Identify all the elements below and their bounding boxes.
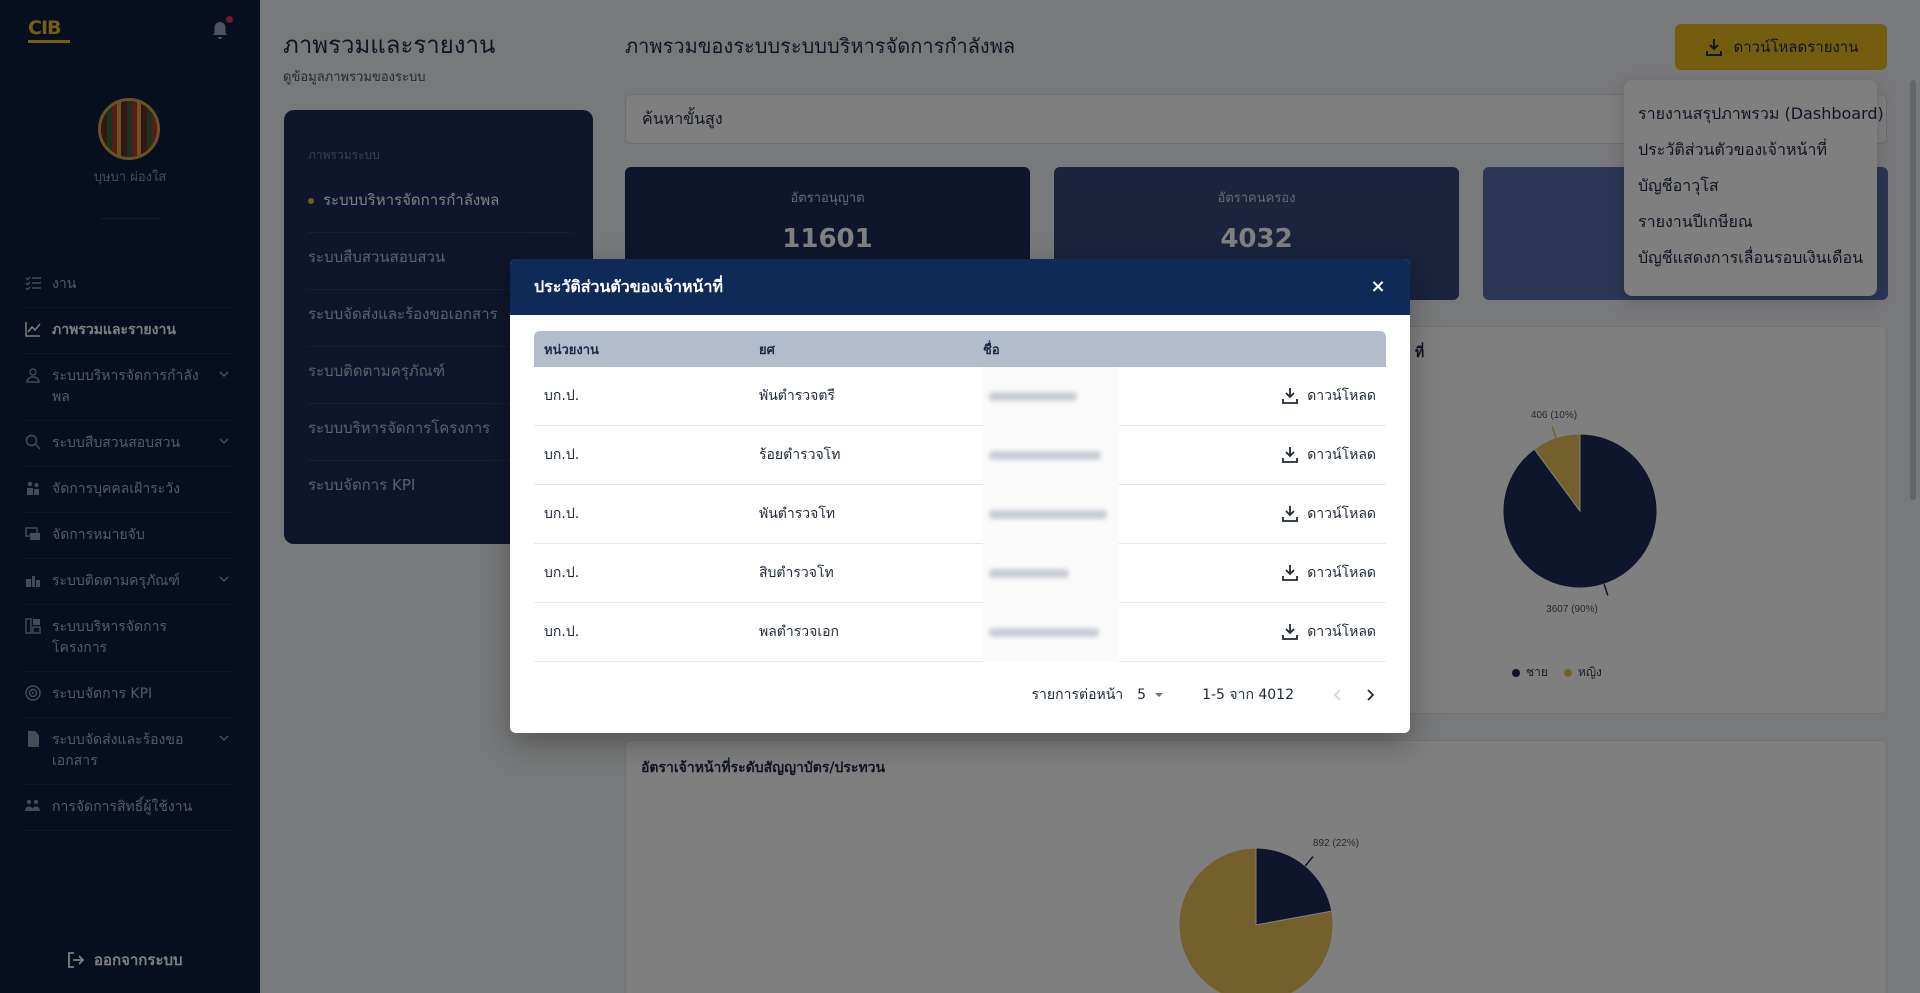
- next-page-button[interactable]: [1354, 679, 1386, 711]
- row-download-button[interactable]: ดาวน์โหลด: [1281, 621, 1376, 643]
- personal-history-modal: ประวัติส่วนตัวของเจ้าหน้าที่ × หน่วยงาน …: [510, 259, 1410, 733]
- row-download-button[interactable]: ดาวน์โหลด: [1281, 503, 1376, 525]
- rows-per-page-label: รายการต่อหน้า: [1031, 687, 1124, 703]
- download-icon: [1282, 447, 1299, 463]
- redacted-name: [983, 484, 1123, 544]
- table-row: บก.ป. พันตำรวจโท ดาวน์โหลด: [534, 484, 1386, 544]
- row-download-button[interactable]: ดาวน์โหลด: [1281, 444, 1376, 466]
- redacted-name: [983, 602, 1123, 662]
- download-icon: [1282, 506, 1299, 522]
- table-header: หน่วยงาน ยศ ชื่อ: [534, 331, 1386, 367]
- officer-table: หน่วยงาน ยศ ชื่อ บก.ป. พันตำรวจตรี ดาวน์…: [534, 331, 1386, 662]
- download-icon: [1282, 624, 1299, 640]
- chevron-right-icon: [1367, 689, 1375, 701]
- pagination-range: 1-5 จาก 4012: [1202, 687, 1294, 703]
- row-download-button[interactable]: ดาวน์โหลด: [1281, 562, 1376, 584]
- table-pagination: รายการต่อหน้า 5 1-5 จาก 4012: [534, 673, 1386, 717]
- modal-title: ประวัติส่วนตัวของเจ้าหน้าที่: [534, 276, 723, 296]
- table-row: บก.ป. พลตำรวจเอก ดาวน์โหลด: [534, 602, 1386, 662]
- redacted-name: [983, 425, 1123, 485]
- download-icon: [1282, 388, 1299, 404]
- row-download-button[interactable]: ดาวน์โหลด: [1281, 385, 1376, 407]
- caret-down-icon: [1155, 693, 1164, 697]
- redacted-name: [983, 543, 1123, 603]
- table-row: บก.ป. พันตำรวจตรี ดาวน์โหลด: [534, 366, 1386, 426]
- modal-header: ประวัติส่วนตัวของเจ้าหน้าที่ ×: [510, 259, 1410, 315]
- chevron-left-icon: [1333, 689, 1341, 701]
- redacted-name: [983, 366, 1123, 426]
- close-icon[interactable]: ×: [1368, 277, 1388, 297]
- column-header-rank[interactable]: ยศ: [759, 339, 983, 360]
- table-row: บก.ป. ร้อยตำรวจโท ดาวน์โหลด: [534, 425, 1386, 485]
- previous-page-button[interactable]: [1322, 679, 1354, 711]
- column-header-unit[interactable]: หน่วยงาน: [534, 339, 759, 360]
- rows-per-page-select[interactable]: 5: [1137, 687, 1166, 703]
- download-icon: [1282, 565, 1299, 581]
- table-row: บก.ป. สิบตำรวจโท ดาวน์โหลด: [534, 543, 1386, 603]
